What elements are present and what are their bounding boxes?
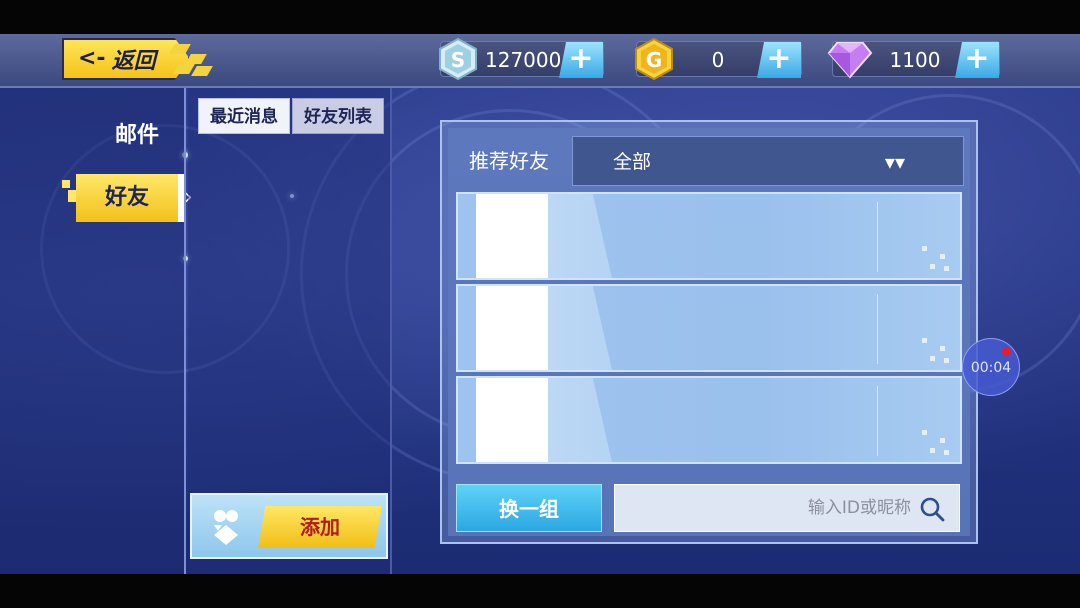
game-screen: <- 返回 S 127000 + G 0 + 1100 + 邮件 好友 › 最近… (0, 34, 1080, 574)
recommend-inner: 推荐好友 全部 ▾▾ 换一组 输入ID或昵称 (448, 128, 970, 536)
recording-timer[interactable]: 00:04 (962, 338, 1020, 396)
currency-diamond: 1100 + (827, 41, 1000, 79)
avatar (476, 286, 548, 370)
friend-row[interactable] (456, 284, 962, 372)
letterbox-top (0, 0, 1080, 34)
recording-dot-icon (1002, 347, 1011, 356)
tab-friend-list[interactable]: 好友列表 (292, 98, 384, 134)
add-friend-icon (208, 507, 244, 547)
gold-coin-letter: G (646, 48, 662, 72)
gold-amount: 0 (711, 48, 725, 72)
back-arrow-icon: <- (78, 46, 106, 71)
refresh-group-button[interactable]: 换一组 (456, 484, 602, 532)
silver-s-coin-icon: S (435, 36, 481, 82)
friends-subpanel: 最近消息 好友列表 添加 (188, 88, 392, 574)
sidebar-item-mail[interactable]: 邮件 (96, 118, 178, 154)
silver-amount: 127000 (485, 48, 562, 72)
add-gold-button[interactable]: + (757, 42, 801, 78)
filter-value: 全部 (613, 151, 652, 173)
back-label: 返回 (111, 49, 156, 74)
sidebar-item-friends[interactable]: 好友 (76, 174, 184, 222)
dots-decoration (922, 246, 952, 272)
row-divider (877, 386, 878, 456)
gold-g-coin-icon: G (631, 36, 677, 82)
stripes-decoration (168, 42, 218, 78)
add-silver-button[interactable]: + (559, 42, 603, 78)
friend-row[interactable] (456, 376, 962, 464)
add-friend-button[interactable]: 添加 (258, 506, 382, 548)
search-field (614, 484, 960, 532)
search-input[interactable] (615, 485, 915, 531)
row-decoration (548, 378, 612, 462)
recommend-friends-panel: 推荐好友 全部 ▾▾ 换一组 输入ID或昵称 (440, 120, 978, 544)
top-bar: <- 返回 S 127000 + G 0 + 1100 + (0, 34, 1080, 88)
row-divider (877, 294, 878, 364)
tab-decoration (62, 180, 70, 188)
row-decoration (548, 194, 612, 278)
double-chevron-down-icon: ▾▾ (884, 150, 905, 174)
friend-row[interactable] (456, 192, 962, 280)
search-icon[interactable] (919, 496, 945, 522)
letterbox-bottom (0, 574, 1080, 608)
silver-coin-letter: S (451, 48, 465, 72)
row-decoration (548, 286, 612, 370)
row-divider (877, 202, 878, 272)
dots-decoration (922, 338, 952, 364)
left-sidebar: 邮件 好友 › (0, 88, 193, 574)
currency-gold: G 0 + (635, 37, 802, 81)
tab-recent-messages[interactable]: 最近消息 (198, 98, 290, 134)
add-diamond-button[interactable]: + (955, 42, 999, 78)
currency-silver: S 127000 + (439, 37, 604, 81)
diamond-amount: 1100 (889, 48, 941, 72)
purple-diamond-icon (827, 36, 873, 82)
avatar (476, 378, 548, 462)
filter-dropdown[interactable]: 全部 ▾▾ (572, 136, 964, 186)
add-friend-panel: 添加 (190, 493, 388, 559)
dots-decoration (922, 430, 952, 456)
recommend-title: 推荐好友 (469, 149, 549, 173)
avatar (476, 194, 548, 278)
